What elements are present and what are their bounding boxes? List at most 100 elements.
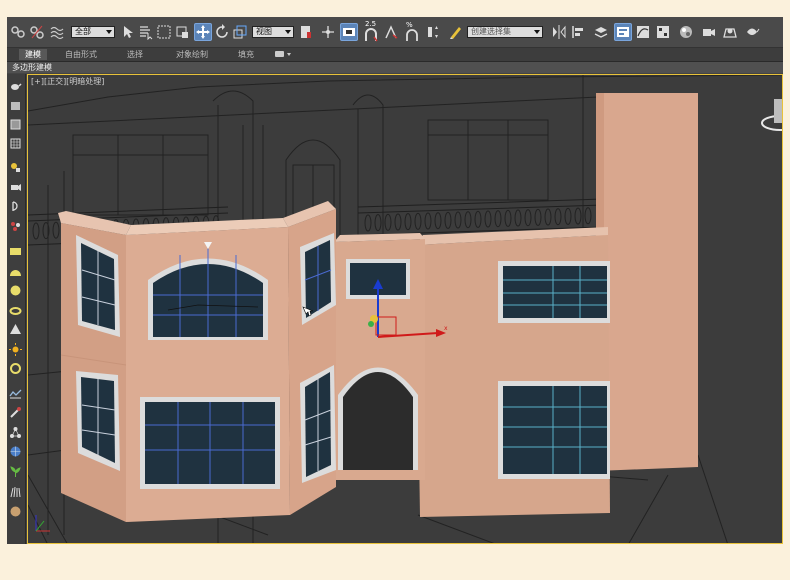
tab-object-paint[interactable]: 对象绘制: [170, 49, 214, 60]
main-toolbar: 全部 视图 2.5 % 创建选择集: [7, 17, 783, 48]
baluster: [454, 211, 462, 229]
cone-icon[interactable]: [8, 322, 23, 336]
reference-coordinate-dropdown[interactable]: 视图: [252, 26, 294, 38]
mirror-icon[interactable]: [550, 23, 568, 41]
tab-freeform[interactable]: 自由形式: [59, 49, 103, 60]
baluster: [364, 214, 372, 232]
sun-icon[interactable]: [8, 342, 23, 356]
select-by-name-icon[interactable]: [137, 23, 155, 41]
select-and-move-icon[interactable]: [194, 23, 212, 41]
sphere-icon[interactable]: [8, 283, 23, 297]
ribbon-options-arrow-icon[interactable]: [287, 53, 291, 56]
baluster: [52, 221, 60, 239]
baluster: [504, 209, 512, 227]
plant-icon[interactable]: [8, 464, 23, 478]
select-and-rotate-icon[interactable]: [213, 23, 231, 41]
keyboard-shortcut-override-icon[interactable]: [340, 23, 358, 41]
baluster: [484, 210, 492, 228]
named-selection-dropdown[interactable]: 创建选择集: [467, 26, 543, 38]
molecule-icon[interactable]: [8, 425, 23, 439]
unlink-icon[interactable]: [28, 23, 46, 41]
percent-snap-icon[interactable]: [403, 26, 421, 44]
perspective-viewport[interactable]: [+][正交][明暗处理] x: [27, 74, 783, 544]
ribbon-tabs: 建模 自由形式 选择 对象绘制 填充: [7, 48, 783, 62]
baluster: [444, 211, 452, 229]
scene-explorer-icon[interactable]: [614, 23, 632, 41]
ribbon-minimize-icon[interactable]: [275, 51, 284, 57]
baluster: [524, 209, 532, 227]
material-sample-icon[interactable]: [8, 504, 23, 518]
arched-doorway: [338, 367, 418, 470]
window-crossing-icon[interactable]: [173, 23, 191, 41]
baluster: [584, 207, 592, 225]
ring-icon[interactable]: [8, 361, 23, 375]
tab-selection[interactable]: 选择: [121, 49, 149, 60]
material-editor-icon[interactable]: [677, 23, 695, 41]
baluster: [474, 210, 482, 228]
tab-populate[interactable]: 填充: [232, 49, 260, 60]
svg-text:x: x: [444, 325, 448, 332]
viewcube-icon[interactable]: [761, 99, 783, 131]
baluster: [32, 222, 40, 240]
edit-named-selection-icon[interactable]: [447, 23, 465, 41]
baluster: [514, 209, 522, 227]
command-strip: [7, 74, 26, 544]
selection-filter-dropdown[interactable]: 全部: [71, 26, 115, 38]
plane-icon[interactable]: [8, 117, 23, 131]
rectangular-selection-icon[interactable]: [155, 23, 173, 41]
baluster: [384, 213, 392, 231]
hair-fur-icon[interactable]: [8, 484, 23, 498]
dome-icon[interactable]: [8, 264, 23, 278]
ribbon-panel-bar: 多边形建模: [7, 62, 783, 73]
baluster: [404, 213, 412, 231]
grid-icon[interactable]: [8, 136, 23, 150]
light-icon[interactable]: [8, 160, 23, 174]
app-window: 全部 视图 2.5 % 创建选择集 建模 自由形式 选择 对象绘制 填充 多边形…: [7, 17, 783, 544]
viewport-label[interactable]: [+][正交][明暗处理]: [31, 76, 104, 87]
snaps-toggle-icon[interactable]: [362, 26, 380, 44]
bay-right-lower-window: [300, 365, 336, 483]
right-lower-window: [498, 381, 610, 479]
teapot-icon[interactable]: [8, 78, 23, 92]
bind-space-warp-icon[interactable]: [48, 23, 66, 41]
right-upper-window: [498, 261, 610, 323]
baluster: [564, 207, 572, 225]
baluster: [544, 208, 552, 226]
bay-front-lower-window: [140, 397, 280, 489]
layer-manager-icon[interactable]: [592, 23, 610, 41]
particles-icon[interactable]: [8, 219, 23, 233]
torus-icon[interactable]: [8, 303, 23, 317]
terrain-icon[interactable]: [8, 386, 23, 400]
baluster: [554, 208, 562, 226]
baluster: [414, 212, 422, 230]
polygon-modeling-label[interactable]: 多边形建模: [12, 62, 52, 73]
camera-icon[interactable]: [8, 180, 23, 194]
render-production-icon[interactable]: [743, 23, 761, 41]
tab-modeling[interactable]: 建模: [19, 49, 47, 60]
select-and-link-icon[interactable]: [9, 23, 27, 41]
baluster: [574, 207, 582, 225]
pivot-center-icon[interactable]: [297, 23, 315, 41]
render-setup-icon[interactable]: [700, 23, 718, 41]
globe-icon[interactable]: [8, 444, 23, 458]
baluster: [534, 208, 542, 226]
select-and-scale-icon[interactable]: [231, 23, 249, 41]
baluster: [424, 212, 432, 230]
select-and-manipulate-icon[interactable]: [319, 23, 337, 41]
spinner-snap-icon[interactable]: [424, 23, 442, 41]
rendered-frame-window-icon[interactable]: [721, 23, 739, 41]
box-icon[interactable]: [8, 98, 23, 112]
baluster: [394, 213, 402, 231]
baluster: [464, 211, 472, 229]
baluster: [494, 210, 502, 228]
flat-plane-icon[interactable]: [8, 244, 23, 258]
paint-icon[interactable]: [8, 405, 23, 419]
helper-icon[interactable]: [8, 199, 23, 213]
curve-editor-icon[interactable]: [634, 23, 652, 41]
select-object-icon[interactable]: [119, 23, 137, 41]
align-icon[interactable]: [570, 23, 588, 41]
angle-snap-icon[interactable]: [382, 23, 400, 41]
tower-wall: [596, 93, 698, 471]
schematic-view-icon[interactable]: [654, 23, 672, 41]
baluster: [434, 212, 442, 230]
